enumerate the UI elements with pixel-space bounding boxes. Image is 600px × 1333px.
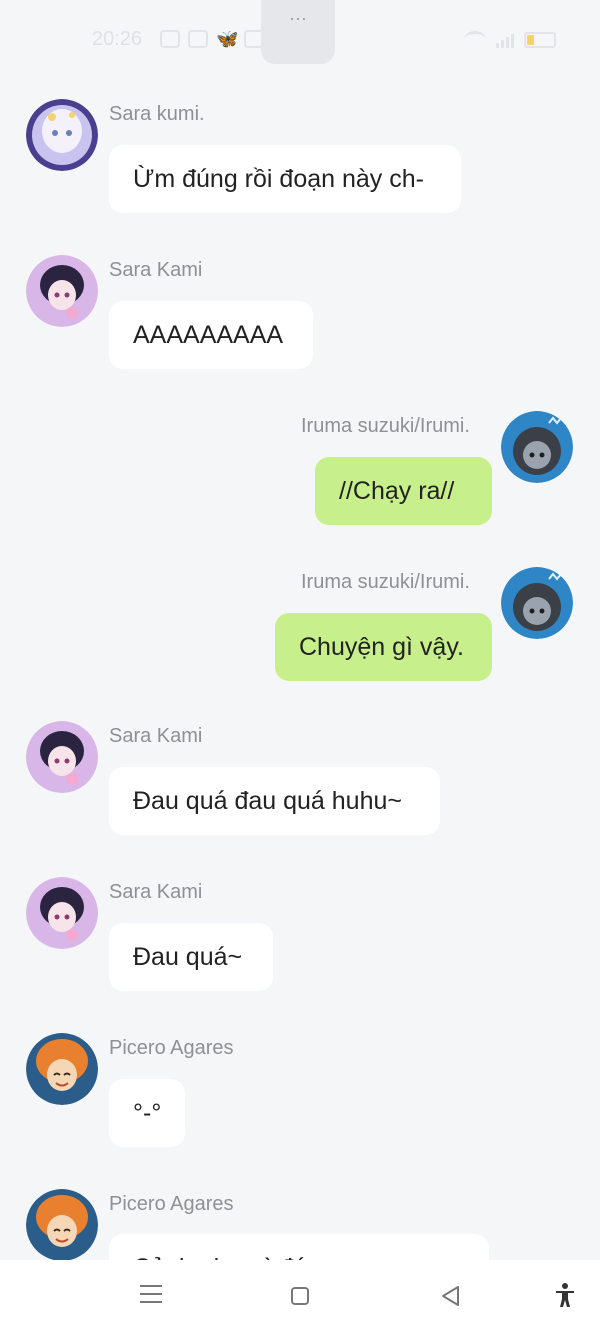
message-bubble[interactable]: AAAAAAAAA <box>109 301 313 369</box>
menu-icon[interactable] <box>140 1285 162 1303</box>
sender-name: Iruma suzuki/Irumi. <box>301 415 470 437</box>
anime-girl-black-hair-avatar[interactable] <box>26 255 98 327</box>
message-bubble[interactable]: °-° <box>109 1079 185 1147</box>
message-bubble[interactable]: Chuyện gì vậy. <box>275 613 492 681</box>
message-bubble[interactable]: Đau quá đau quá huhu~ <box>109 767 440 835</box>
message-bubble[interactable]: //Chạy ra// <box>315 457 492 525</box>
message-bubble[interactable]: Đau quá~ <box>109 923 273 991</box>
message-bubble[interactable]: Cảnh như gì đó ... <box>109 1234 489 1260</box>
anime-boy-blue-avatar[interactable] <box>501 567 573 639</box>
sender-name: Sara Kami <box>109 725 203 747</box>
anime-boy-orange-hair-avatar[interactable] <box>26 1189 98 1260</box>
anime-girl-black-hair-avatar[interactable] <box>26 721 98 793</box>
sender-name: Sara Kami <box>109 881 203 903</box>
anime-girl-black-hair-avatar[interactable] <box>26 877 98 949</box>
navigation-bar <box>0 1260 600 1333</box>
sender-name: Sara Kami <box>109 259 203 281</box>
anime-boy-blue-avatar[interactable] <box>501 411 573 483</box>
back-icon[interactable] <box>440 1285 462 1312</box>
sender-name: Iruma suzuki/Irumi. <box>301 571 470 593</box>
message-bubble[interactable]: Ừm đúng rồi đoạn này ch- <box>109 145 461 213</box>
chat-list[interactable]: Sara kumi. Ừm đúng rồi đoạn này ch- Sara… <box>0 0 600 1260</box>
sender-name: Sara kumi. <box>109 103 205 125</box>
anime-girl-white-hair-avatar[interactable] <box>26 99 98 171</box>
sender-name: Picero Agares <box>109 1037 234 1059</box>
anime-boy-orange-hair-avatar[interactable] <box>26 1033 98 1105</box>
accessibility-icon[interactable] <box>554 1282 576 1313</box>
home-icon[interactable] <box>291 1287 309 1305</box>
sender-name: Picero Agares <box>109 1193 234 1215</box>
